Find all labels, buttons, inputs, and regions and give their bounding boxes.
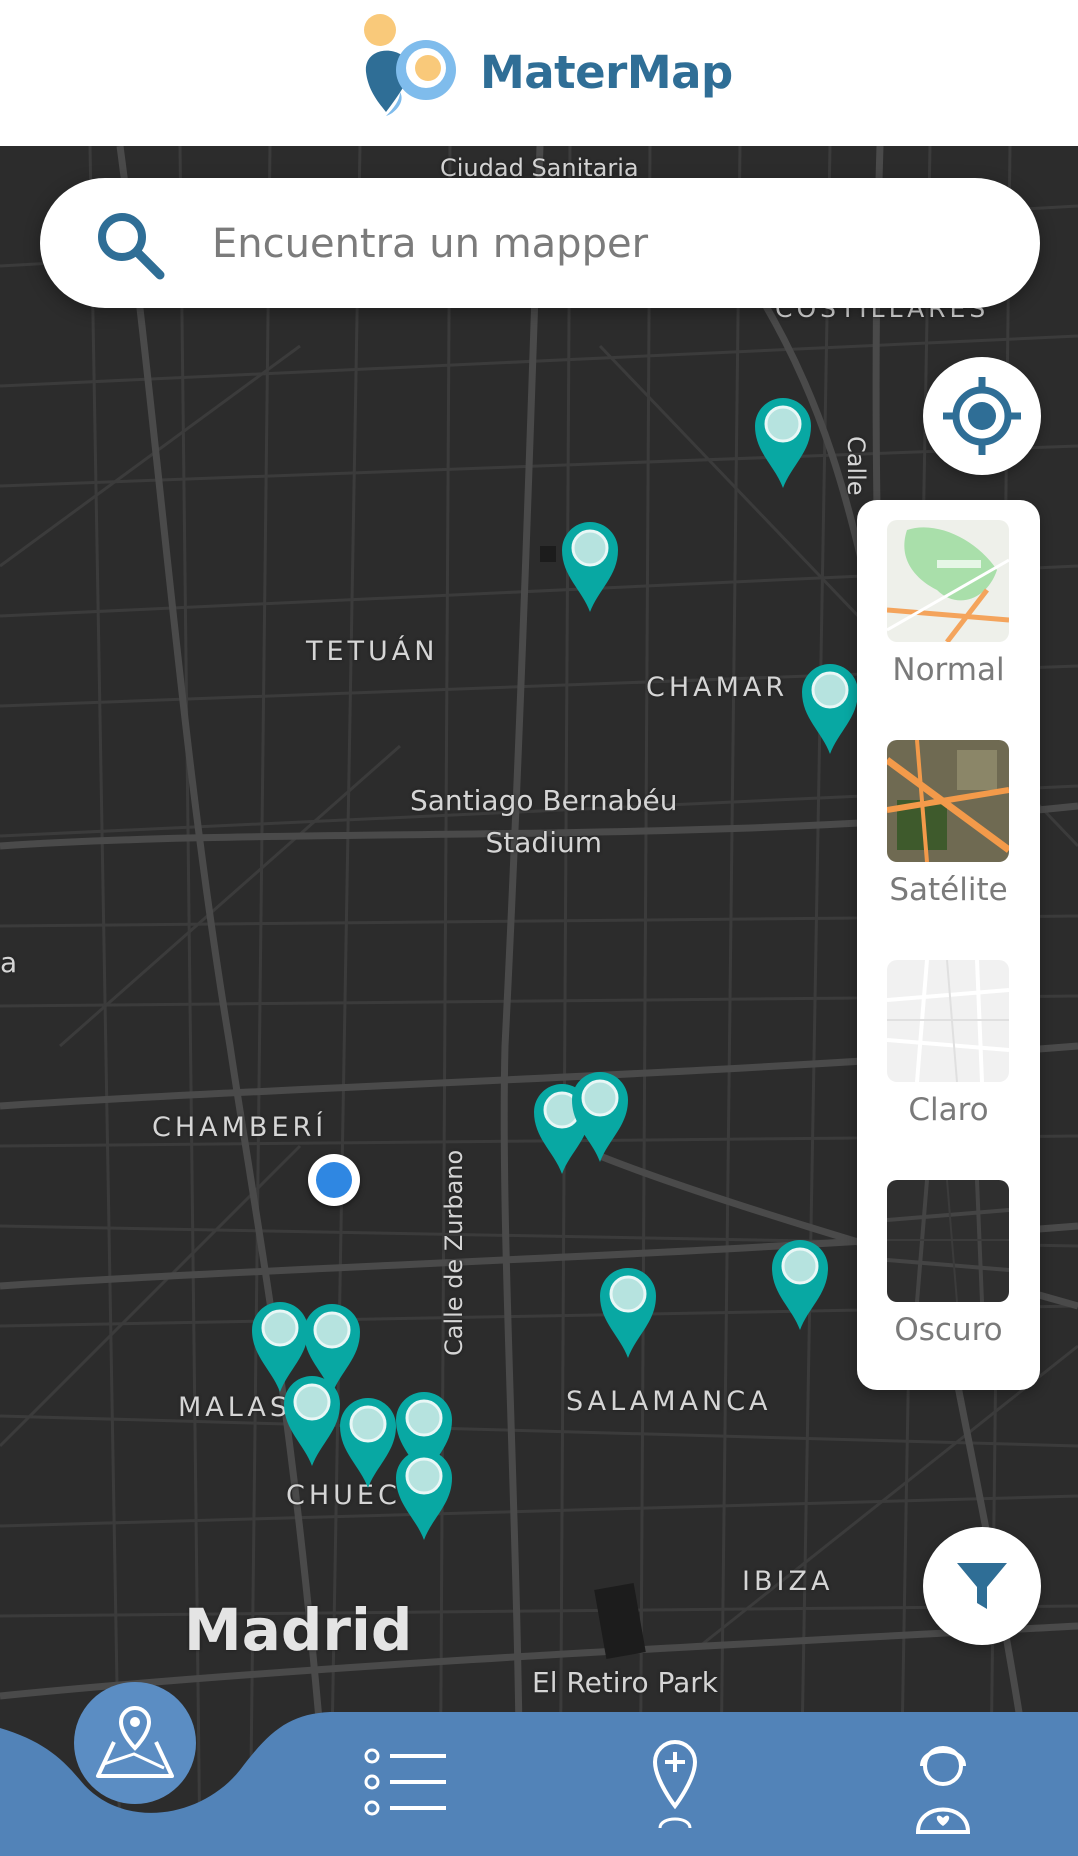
- support-agent-icon: [915, 1746, 971, 1834]
- map-style-dark[interactable]: Oscuro: [857, 1160, 1040, 1380]
- matermap-logo-icon: [364, 14, 456, 116]
- map-style-satellite-label: Satélite: [889, 872, 1008, 908]
- map-pin[interactable]: [282, 1372, 342, 1468]
- label-tetuan: TETUÁN: [306, 636, 439, 667]
- search-bar[interactable]: [40, 178, 1040, 308]
- label-bernabeu: Santiago Bernabéu Stadium: [410, 780, 678, 864]
- filter-icon: [957, 1563, 1007, 1609]
- normal-map-thumb: [887, 520, 1009, 642]
- filter-button[interactable]: [923, 1527, 1041, 1645]
- nav-map-button[interactable]: [74, 1682, 196, 1804]
- map-pin[interactable]: [394, 1446, 454, 1542]
- nav-support-button[interactable]: [898, 1736, 988, 1836]
- label-chamartin: CHAMAR: [646, 672, 789, 703]
- label-calle-right: Calle: [842, 436, 870, 496]
- nav-add-location-button[interactable]: [630, 1736, 720, 1836]
- nav-list-button[interactable]: [360, 1740, 450, 1830]
- light-map-thumb: [887, 960, 1009, 1082]
- map-style-light-label: Claro: [908, 1092, 989, 1128]
- add-location-icon: [652, 1739, 698, 1829]
- user-location-dot: [308, 1154, 360, 1206]
- app-header: MaterMap: [0, 0, 1078, 146]
- crosshair-icon: [943, 377, 1021, 455]
- label-bernabeu-line1: Santiago Bernabéu: [410, 784, 678, 817]
- map-pin[interactable]: [570, 1068, 630, 1164]
- label-madrid: Madrid: [184, 1596, 413, 1664]
- list-icon: [364, 1748, 446, 1816]
- search-input[interactable]: [210, 208, 994, 280]
- label-malasana: MALAS: [178, 1392, 292, 1423]
- label-edge-a: a: [0, 946, 18, 979]
- map-style-satellite[interactable]: Satélite: [857, 720, 1040, 940]
- app-title: MaterMap: [480, 46, 733, 99]
- map-style-panel: Normal Satélite Claro Oscuro: [857, 500, 1040, 1390]
- map-pin[interactable]: [560, 518, 620, 614]
- label-salamanca: SALAMANCA: [566, 1386, 772, 1417]
- label-chamberi: CHAMBERÍ: [152, 1112, 328, 1143]
- label-ibiza: IBIZA: [742, 1566, 834, 1597]
- map-pin[interactable]: [753, 394, 813, 490]
- map-style-dark-label: Oscuro: [894, 1312, 1003, 1348]
- map-style-normal-label: Normal: [892, 652, 1005, 688]
- map-location-icon: [96, 1705, 174, 1778]
- map-pin[interactable]: [338, 1394, 398, 1490]
- dark-map-thumb: [887, 1180, 1009, 1302]
- map-pin[interactable]: [800, 660, 860, 756]
- label-bernabeu-line2: Stadium: [485, 826, 602, 859]
- label-retiro: El Retiro Park: [532, 1666, 718, 1699]
- search-icon: [98, 213, 165, 280]
- locate-me-button[interactable]: [923, 357, 1041, 475]
- satellite-map-thumb: [887, 740, 1009, 862]
- map-pin[interactable]: [598, 1264, 658, 1360]
- map-style-light[interactable]: Claro: [857, 940, 1040, 1160]
- map-style-normal[interactable]: Normal: [857, 500, 1040, 720]
- map-pin[interactable]: [770, 1236, 830, 1332]
- label-calle-zurbano: Calle de Zurbano: [440, 1149, 468, 1356]
